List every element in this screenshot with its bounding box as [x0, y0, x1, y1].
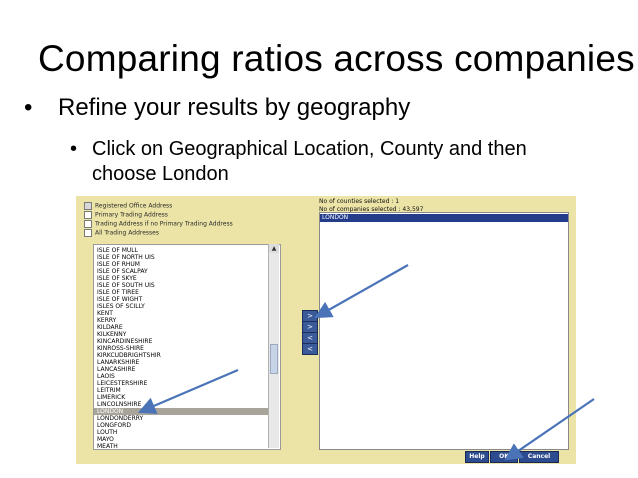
arrow-to-london: [137, 368, 239, 414]
arrow-to-move-button: [314, 264, 409, 319]
arrow-to-ok-button: [504, 398, 595, 461]
annotation-arrows: [137, 264, 595, 461]
